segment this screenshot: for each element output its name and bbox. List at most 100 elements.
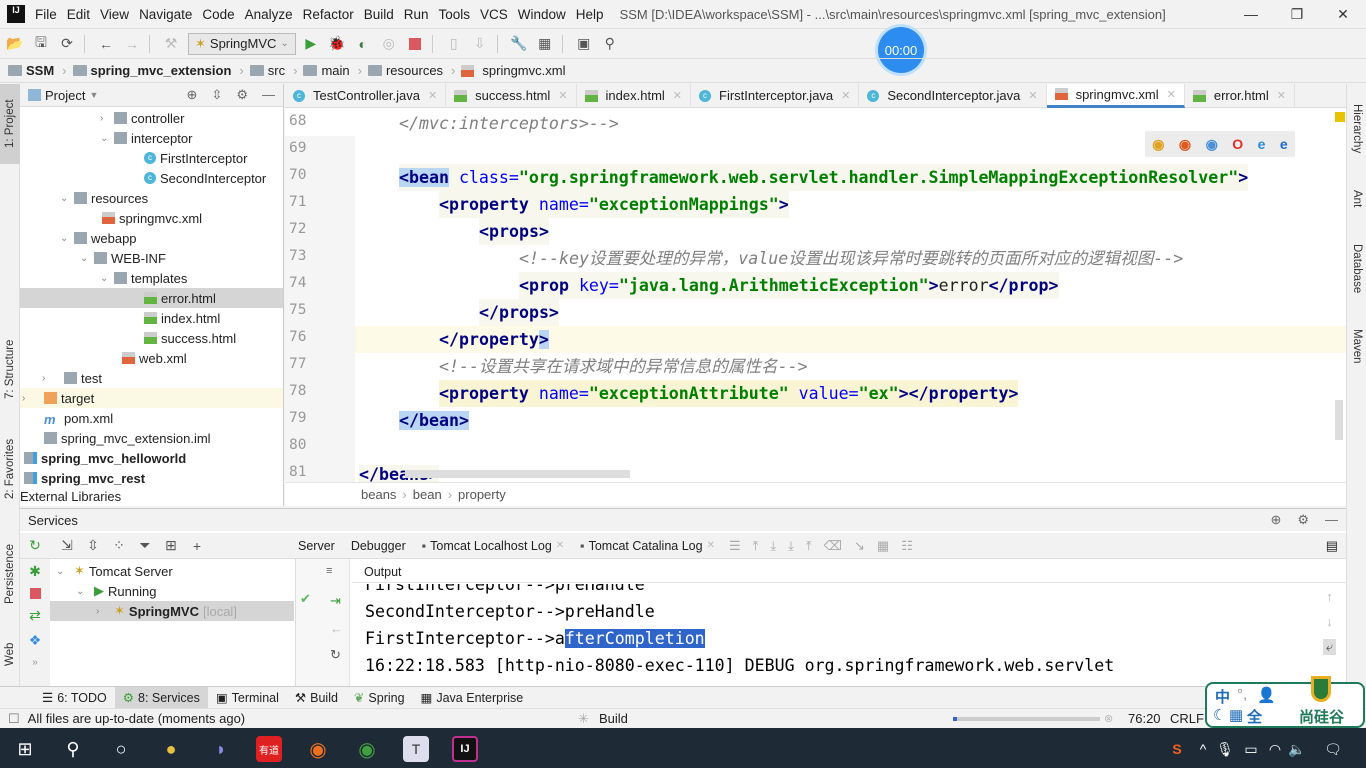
menu-help[interactable]: Help — [576, 7, 604, 22]
app-icon[interactable]: ● — [158, 736, 184, 762]
ie-icon[interactable]: e — [1258, 136, 1266, 152]
tree-item-iml[interactable]: spring_mvc_extension.iml — [44, 428, 211, 448]
menu-analyze[interactable]: Analyze — [245, 7, 293, 22]
save-icon[interactable]: 🖫 — [30, 33, 52, 55]
crumb-property[interactable]: property — [458, 487, 506, 502]
tab-server[interactable]: Server — [290, 535, 343, 557]
sync-icon[interactable]: ⟳ — [56, 33, 78, 55]
tool-tab-database[interactable]: Database — [1347, 234, 1366, 304]
upload-icon[interactable]: ⤒ — [806, 538, 812, 554]
tree-item-index-html[interactable]: index.html — [144, 308, 220, 328]
group-icon[interactable]: ⁘ — [108, 535, 130, 557]
forward-icon[interactable]: → — [121, 33, 143, 55]
tab-debugger[interactable]: Debugger — [343, 535, 414, 557]
tree-item-secondinterceptor[interactable]: c SecondInterceptor — [144, 168, 266, 188]
back-icon[interactable]: ← — [95, 33, 117, 55]
nav-file[interactable]: springmvc.xml — [461, 63, 565, 78]
jump-icon[interactable]: ↘ — [854, 538, 865, 554]
menu-file[interactable]: File — [35, 7, 57, 22]
filter-icon[interactable]: ⏷ — [134, 535, 156, 557]
run-configuration-select[interactable]: ✶ SpringMVC ⌄ — [188, 32, 296, 55]
chevron-right-icon[interactable]: › — [42, 373, 56, 384]
project-view-selector[interactable]: Project — [45, 88, 85, 103]
crumb-beans[interactable]: beans — [361, 487, 396, 502]
tool-tab-project[interactable]: 1: Project — [0, 84, 20, 164]
cortana-icon[interactable]: ○ — [108, 736, 134, 762]
tool-tab-favorites[interactable]: 2: Favorites — [0, 434, 20, 504]
youdao-icon[interactable]: 有道 — [256, 736, 282, 762]
tool-windows-toggle-icon[interactable]: ☐ — [8, 711, 20, 727]
warning-marker[interactable] — [1335, 112, 1345, 122]
collapse-all-icon[interactable]: ⇳ — [82, 535, 104, 557]
nav-resources[interactable]: resources — [367, 63, 443, 78]
tree-item-springmvc-xml[interactable]: springmvc.xml — [102, 208, 202, 228]
close-tab-icon[interactable]: ✕ — [1167, 88, 1176, 101]
tree-item-web-xml[interactable]: web.xml — [122, 348, 187, 368]
close-tab-icon[interactable]: ✕ — [1028, 89, 1037, 102]
close-button[interactable]: ✕ — [1320, 6, 1366, 23]
console-output[interactable]: FirstInterceptor-->preHandle SecondInter… — [352, 584, 1312, 687]
sort-icon[interactable]: ≡ — [326, 565, 332, 577]
menu-view[interactable]: View — [100, 7, 129, 22]
tool-tab-spring[interactable]: ❦ Spring — [346, 687, 413, 709]
menu-code[interactable]: Code — [202, 7, 234, 22]
menu-navigate[interactable]: Navigate — [139, 7, 192, 22]
nav-ssm[interactable]: SSM — [8, 63, 54, 78]
chevron-right-icon[interactable]: › — [22, 393, 36, 404]
chevron-right-icon[interactable]: › — [96, 606, 110, 617]
background-task[interactable]: Build — [599, 711, 628, 726]
terminal-window-icon[interactable]: ▣ — [573, 33, 595, 55]
debug-icon[interactable]: ✱ — [29, 563, 41, 580]
tab-firstinterceptor[interactable]: c FirstInterceptor.java ✕ — [691, 83, 860, 108]
notifications-icon[interactable]: 🗨 — [1320, 736, 1346, 762]
tab-index-html[interactable]: index.html ✕ — [577, 83, 691, 108]
firefox-icon[interactable]: ◉ — [1179, 136, 1191, 153]
tree-item-error-html[interactable]: error.html — [20, 288, 283, 308]
code-area[interactable]: 68 69 70 71 72 73 74 75 76 77 78 79 80 8… — [285, 110, 1346, 482]
tree-item-templates[interactable]: ⌄ templates — [100, 268, 187, 288]
layout-options-icon[interactable]: ▤ — [1326, 538, 1338, 554]
tab-springmvc-xml[interactable]: springmvc.xml ✕ — [1046, 83, 1185, 108]
vertical-scrollbar[interactable] — [1335, 400, 1343, 440]
edge-icon[interactable]: e — [1280, 136, 1288, 152]
tab-success-html[interactable]: success.html ✕ — [446, 83, 577, 108]
refresh-icon[interactable]: ↻ — [24, 535, 46, 557]
tool-tab-hierarchy[interactable]: Hierarchy — [1347, 89, 1366, 169]
update-icon[interactable]: ⇩ — [469, 33, 491, 55]
tree-item-webapp[interactable]: ⌄ webapp — [60, 228, 137, 248]
battery-icon[interactable]: ▭ — [1238, 736, 1264, 762]
tree-item-rest[interactable]: spring_mvc_rest — [24, 468, 145, 488]
tool-tab-services[interactable]: ⚙ 8: Services — [114, 686, 208, 709]
tree-item-test[interactable]: › test — [42, 368, 102, 388]
chevron-right-icon[interactable]: › — [100, 113, 114, 124]
close-tab-icon[interactable]: ✕ — [428, 89, 437, 102]
chevron-down-icon[interactable]: ⌄ — [56, 566, 70, 577]
close-tab-icon[interactable]: ✕ — [707, 540, 715, 551]
download-icon[interactable]: ⤓ — [788, 538, 794, 554]
hide-icon[interactable]: — — [262, 87, 275, 103]
microphone-icon[interactable]: 🎙 — [1212, 736, 1238, 762]
back-icon[interactable]: ← — [330, 621, 343, 636]
collapse-all-icon[interactable]: ⇳ — [211, 87, 222, 103]
line-separator[interactable]: CRLF — [1170, 711, 1204, 726]
safari-icon[interactable]: ◉ — [1206, 136, 1218, 153]
chevron-down-icon[interactable]: ⌄ — [80, 253, 94, 264]
project-structure-icon[interactable]: ▦ — [534, 33, 556, 55]
tree-item-target[interactable]: › target — [20, 388, 283, 408]
keyboard-icon[interactable]: ▦ — [1229, 706, 1243, 724]
chrome-icon[interactable]: ◉ — [354, 736, 380, 762]
close-tab-icon[interactable]: ✕ — [556, 540, 564, 551]
search-icon[interactable]: ⚲ — [599, 33, 621, 55]
tool-tab-web[interactable]: Web — [0, 629, 20, 679]
firefox-icon[interactable]: ◉ — [305, 736, 331, 762]
intellij-icon[interactable]: IJ — [452, 736, 478, 762]
tool-tab-java-enterprise[interactable]: ▦ Java Enterprise — [413, 687, 532, 709]
menu-window[interactable]: Window — [518, 7, 566, 22]
hide-icon[interactable]: — — [1325, 512, 1338, 528]
tab-tomcat-catalina-log[interactable]: ▪ Tomcat Catalina Log ✕ — [572, 535, 723, 557]
artifacts-icon[interactable]: ❖ — [29, 632, 42, 649]
gear-icon[interactable]: ⚙ — [236, 87, 248, 103]
dolphin-app-icon[interactable]: ◗ — [208, 736, 234, 762]
menu-edit[interactable]: Edit — [67, 7, 90, 22]
tool-tab-ant[interactable]: Ant — [1347, 179, 1366, 219]
